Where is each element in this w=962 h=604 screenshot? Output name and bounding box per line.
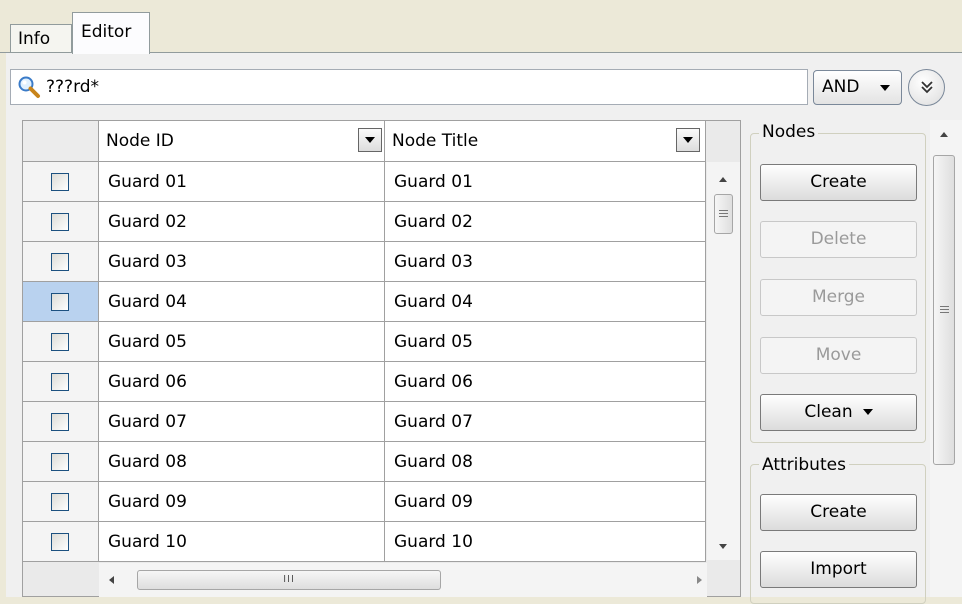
grip-line bbox=[940, 306, 949, 307]
scroll-grip: III bbox=[283, 574, 295, 585]
row-selector[interactable] bbox=[23, 282, 99, 322]
row-selector[interactable] bbox=[23, 522, 99, 562]
grid-vertical-scrollbar[interactable] bbox=[707, 162, 740, 560]
row-selector[interactable] bbox=[23, 362, 99, 402]
column-filter-dropdown-icon[interactable] bbox=[358, 128, 382, 152]
node-id-cell[interactable]: Guard 03 bbox=[99, 242, 385, 282]
operator-dropdown[interactable]: AND bbox=[813, 70, 902, 105]
table-row[interactable]: Guard 09 Guard 09 bbox=[23, 482, 707, 522]
node-title-cell[interactable]: Guard 07 bbox=[385, 402, 706, 442]
grid-vertical-scroll-thumb[interactable] bbox=[714, 194, 733, 234]
column-header-label: Node Title bbox=[392, 131, 479, 151]
node-title-cell[interactable]: Guard 04 bbox=[385, 282, 706, 322]
node-title-cell[interactable]: Guard 10 bbox=[385, 522, 706, 562]
column-header-node-title[interactable]: Node Title bbox=[385, 121, 706, 162]
node-title-cell[interactable]: Guard 01 bbox=[385, 162, 706, 202]
tab-editor[interactable]: Editor bbox=[72, 12, 150, 54]
side-panel-scroll-thumb[interactable] bbox=[933, 155, 955, 465]
node-grid: Node ID Node Title Guard 01 Guard 01 Gua… bbox=[22, 120, 741, 597]
node-title-cell[interactable]: Guard 06 bbox=[385, 362, 706, 402]
move-node-button[interactable]: Move bbox=[760, 337, 917, 374]
chevron-down-icon bbox=[880, 85, 890, 91]
create-node-button[interactable]: Create bbox=[760, 164, 917, 201]
scroll-left-arrow-icon[interactable] bbox=[109, 576, 114, 584]
table-row[interactable]: Guard 10 Guard 10 bbox=[23, 522, 707, 562]
row-checkbox[interactable] bbox=[51, 173, 69, 191]
row-checkbox[interactable] bbox=[51, 333, 69, 351]
node-title-cell[interactable]: Guard 09 bbox=[385, 482, 706, 522]
row-checkbox[interactable] bbox=[51, 493, 69, 511]
row-selector[interactable] bbox=[23, 242, 99, 282]
tab-info[interactable]: Info bbox=[10, 24, 72, 53]
grip-line bbox=[719, 210, 728, 211]
row-checkbox[interactable] bbox=[51, 253, 69, 271]
node-id-cell[interactable]: Guard 04 bbox=[99, 282, 385, 322]
merge-node-button[interactable]: Merge bbox=[760, 279, 917, 316]
search-input[interactable] bbox=[46, 73, 796, 101]
row-selector[interactable] bbox=[23, 322, 99, 362]
scroll-down-arrow-icon[interactable] bbox=[719, 544, 727, 549]
table-row[interactable]: Guard 08 Guard 08 bbox=[23, 442, 707, 482]
column-filter-dropdown-icon[interactable] bbox=[676, 128, 700, 152]
node-id-cell[interactable]: Guard 01 bbox=[99, 162, 385, 202]
row-selector[interactable] bbox=[23, 482, 99, 522]
node-id-cell[interactable]: Guard 08 bbox=[99, 442, 385, 482]
row-checkbox[interactable] bbox=[51, 533, 69, 551]
create-attribute-button[interactable]: Create bbox=[760, 494, 917, 531]
grip-line bbox=[940, 312, 949, 313]
row-checkbox[interactable] bbox=[51, 213, 69, 231]
table-row[interactable]: Guard 05 Guard 05 bbox=[23, 322, 707, 362]
scroll-right-arrow-icon[interactable] bbox=[697, 576, 702, 584]
row-selector[interactable] bbox=[23, 402, 99, 442]
search-box[interactable] bbox=[10, 69, 808, 105]
grip-line bbox=[719, 216, 728, 217]
node-title-cell[interactable]: Guard 08 bbox=[385, 442, 706, 482]
grid-corner-header bbox=[23, 121, 99, 162]
column-header-node-id[interactable]: Node ID bbox=[99, 121, 385, 162]
delete-node-button[interactable]: Delete bbox=[760, 221, 917, 258]
clean-label: Clean bbox=[804, 402, 853, 422]
chevron-down-icon bbox=[862, 409, 873, 415]
row-checkbox[interactable] bbox=[51, 373, 69, 391]
search-icon bbox=[17, 75, 41, 99]
grid-horizontal-scroll-thumb[interactable]: III bbox=[137, 570, 441, 590]
tab-bar: Info Editor bbox=[0, 0, 962, 56]
grip-line bbox=[940, 309, 949, 310]
attributes-group-label: Attributes bbox=[759, 455, 849, 475]
table-row[interactable]: Guard 04 Guard 04 bbox=[23, 282, 707, 322]
nodes-group-label: Nodes bbox=[759, 122, 819, 142]
import-attribute-button[interactable]: Import bbox=[760, 551, 917, 588]
clean-dropdown-button[interactable]: Clean bbox=[760, 394, 917, 431]
node-id-cell[interactable]: Guard 07 bbox=[99, 402, 385, 442]
node-id-cell[interactable]: Guard 06 bbox=[99, 362, 385, 402]
table-row[interactable]: Guard 07 Guard 07 bbox=[23, 402, 707, 442]
node-id-cell[interactable]: Guard 09 bbox=[99, 482, 385, 522]
row-checkbox[interactable] bbox=[51, 453, 69, 471]
scroll-up-arrow-icon[interactable] bbox=[719, 177, 727, 182]
node-id-cell[interactable]: Guard 05 bbox=[99, 322, 385, 362]
grip-line bbox=[719, 213, 728, 214]
node-title-cell[interactable]: Guard 02 bbox=[385, 202, 706, 242]
column-header-label: Node ID bbox=[106, 131, 174, 151]
grid-horizontal-scrollbar[interactable]: III bbox=[99, 563, 707, 597]
table-row[interactable]: Guard 02 Guard 02 bbox=[23, 202, 707, 242]
row-selector[interactable] bbox=[23, 202, 99, 242]
operator-label: AND bbox=[822, 77, 860, 97]
table-row[interactable]: Guard 03 Guard 03 bbox=[23, 242, 707, 282]
node-id-cell[interactable]: Guard 02 bbox=[99, 202, 385, 242]
double-chevron-down-icon bbox=[919, 76, 935, 97]
row-checkbox[interactable] bbox=[51, 293, 69, 311]
table-row[interactable]: Guard 06 Guard 06 bbox=[23, 362, 707, 402]
scroll-up-arrow-icon[interactable] bbox=[940, 132, 948, 137]
row-selector[interactable] bbox=[23, 162, 99, 202]
expand-search-button[interactable] bbox=[908, 69, 945, 106]
node-title-cell[interactable]: Guard 03 bbox=[385, 242, 706, 282]
row-selector[interactable] bbox=[23, 442, 99, 482]
node-title-cell[interactable]: Guard 05 bbox=[385, 322, 706, 362]
row-checkbox[interactable] bbox=[51, 413, 69, 431]
node-id-cell[interactable]: Guard 10 bbox=[99, 522, 385, 562]
table-row[interactable]: Guard 01 Guard 01 bbox=[23, 162, 707, 202]
side-panel-scrollbar[interactable] bbox=[930, 120, 962, 597]
